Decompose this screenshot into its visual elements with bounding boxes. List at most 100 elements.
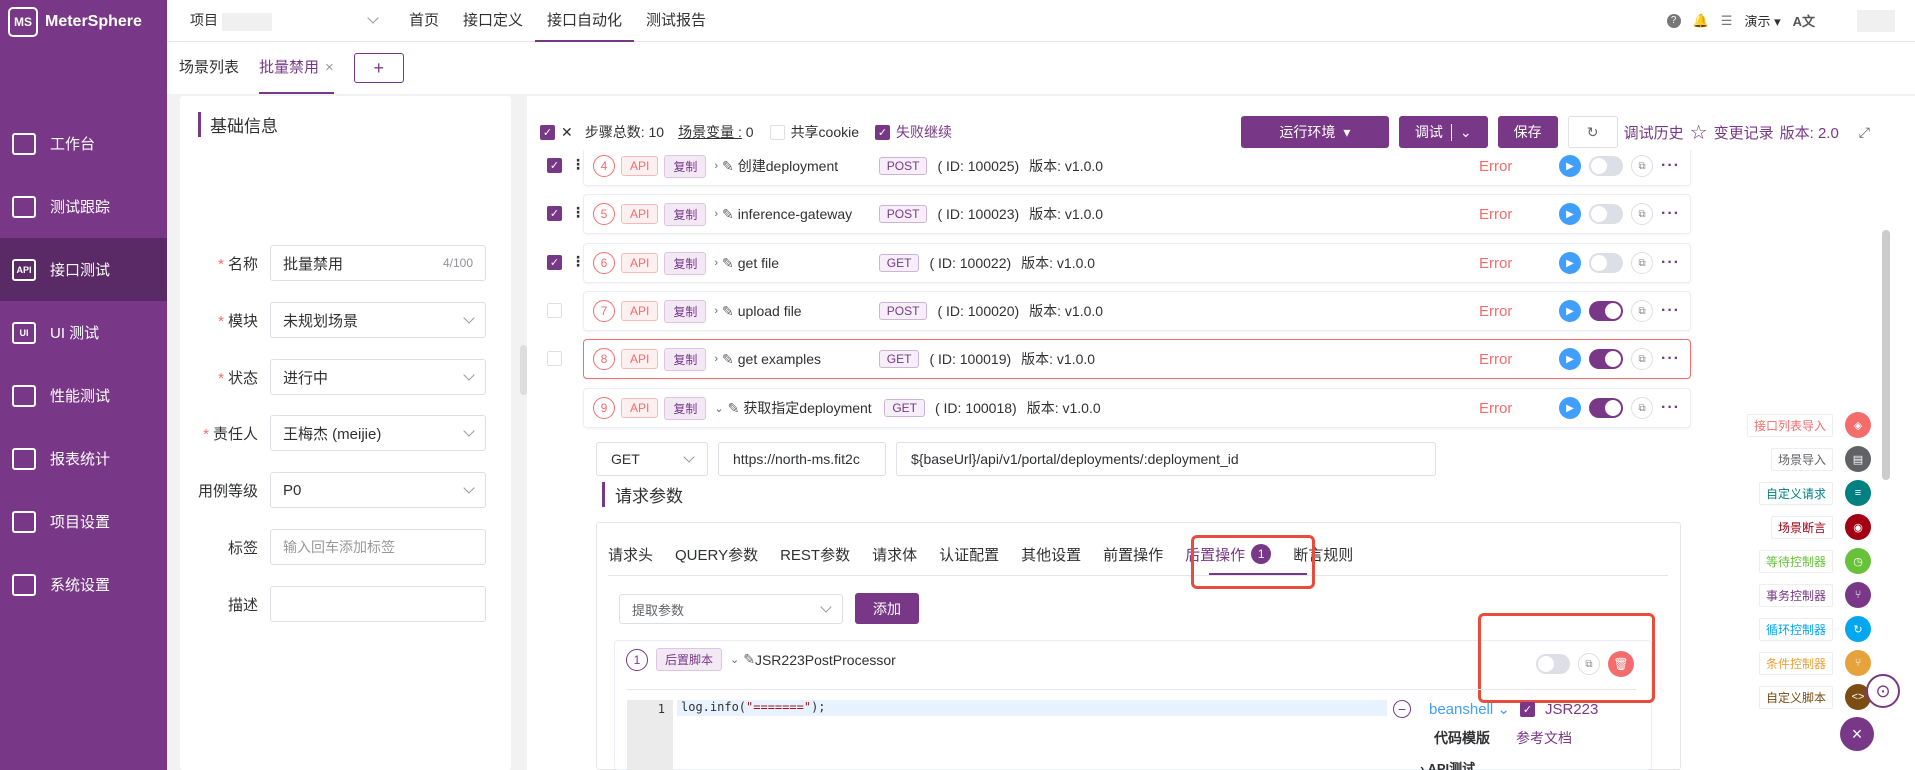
api-test-tree-item[interactable]: › API测试: [1420, 758, 1475, 770]
share-cookie-checkbox[interactable]: [769, 124, 785, 140]
chevron-down-icon[interactable]: ⌄: [730, 653, 739, 666]
debug-history-link[interactable]: 调试历史: [1624, 122, 1684, 143]
code-line[interactable]: log.info("=======");: [677, 700, 1387, 716]
palette-item[interactable]: 自定义请求 ≡: [1758, 480, 1871, 506]
edit-icon[interactable]: ✎: [722, 351, 734, 368]
chevron-right-icon[interactable]: ›: [714, 305, 718, 317]
edit-icon[interactable]: ✎: [722, 206, 734, 223]
edit-icon[interactable]: ✎: [728, 400, 740, 417]
step-checkbox[interactable]: [547, 303, 562, 318]
more-icon[interactable]: ···: [1661, 157, 1680, 175]
brand[interactable]: MS MeterSphere: [0, 0, 167, 44]
change-log-link[interactable]: 变更记录: [1714, 122, 1774, 143]
palette-item[interactable]: 事务控制器 ⑂: [1758, 582, 1871, 608]
path-input[interactable]: ${baseUrl}/api/v1/portal/deployments/:de…: [896, 442, 1436, 476]
processor-name[interactable]: JSR223PostProcessor: [755, 652, 896, 668]
step-row[interactable]: 4 API 复制 › ✎ 创建deployment POST ( ID: 100025) 版本:…: [583, 146, 1691, 186]
tab-auth[interactable]: 认证配置: [939, 544, 999, 565]
select-all-checkbox[interactable]: ✓: [540, 124, 555, 140]
more-icon[interactable]: ···: [1661, 205, 1680, 223]
sidebar-item-performance[interactable]: 性能测试: [0, 364, 167, 427]
step-enable-toggle[interactable]: [1589, 301, 1624, 321]
tab-other[interactable]: 其他设置: [1021, 544, 1081, 565]
palette-item[interactable]: 接口列表导入 ◈: [1746, 412, 1871, 438]
collapse-icon[interactable]: −: [1393, 700, 1411, 718]
refresh-icon[interactable]: ↻: [1567, 116, 1618, 148]
scene-variables-link[interactable]: 场景变量 : 0: [678, 122, 753, 142]
import-icon[interactable]: ◈: [1845, 412, 1871, 438]
extract-param-select[interactable]: 提取参数: [619, 594, 843, 624]
edit-icon[interactable]: ✎: [722, 158, 734, 175]
version-label[interactable]: 版本: 2.0: [1780, 122, 1839, 143]
save-button[interactable]: 保存: [1497, 116, 1558, 148]
vertical-scrollbar[interactable]: [1882, 230, 1890, 480]
sidebar-item-system[interactable]: 系统设置: [0, 553, 167, 616]
step-enable-toggle[interactable]: [1589, 156, 1624, 176]
step-row[interactable]: 8 API 复制 › ✎ get examples GET ( ID: 100019) 版本: …: [583, 339, 1691, 379]
copy-icon[interactable]: ⧉: [1631, 397, 1654, 419]
jsr223-checkbox[interactable]: ✓: [1519, 701, 1535, 717]
resize-handle[interactable]: [520, 345, 527, 395]
status-select[interactable]: 进行中: [270, 359, 486, 395]
palette-item[interactable]: 自定义脚本 <>: [1758, 684, 1871, 710]
edit-icon[interactable]: ✎: [722, 303, 734, 320]
play-icon[interactable]: ▶: [1559, 300, 1582, 322]
step-enable-toggle[interactable]: [1589, 253, 1624, 273]
tab-scene-list[interactable]: 场景列表: [179, 42, 239, 94]
palette-item[interactable]: 场景导入 ▤: [1770, 446, 1871, 472]
compass-icon[interactable]: ⊙: [1866, 674, 1900, 708]
run-environment-button[interactable]: 运行环境 ▾: [1240, 116, 1389, 148]
step-enable-toggle[interactable]: [1589, 398, 1624, 418]
play-icon[interactable]: ▶: [1559, 397, 1582, 419]
copy-icon[interactable]: ⧉: [1631, 252, 1654, 274]
step-checkbox[interactable]: ✓: [547, 158, 562, 173]
loop-icon[interactable]: ↻: [1845, 616, 1871, 642]
help-icon[interactable]: ?: [1666, 13, 1681, 28]
palette-item[interactable]: 等待控制器 ◷: [1758, 548, 1871, 574]
tab-pre[interactable]: 前置操作: [1103, 544, 1163, 565]
method-select[interactable]: GET: [596, 442, 708, 476]
scene-icon[interactable]: ▤: [1845, 446, 1871, 472]
reference-doc-link[interactable]: 参考文档: [1516, 728, 1572, 748]
step-checkbox[interactable]: ✓: [547, 206, 562, 221]
step-row[interactable]: 9 API 复制 ⌄ ✎ 获取指定deployment GET ( ID: 100018) 版本…: [583, 388, 1691, 428]
step-name[interactable]: get file: [738, 255, 873, 271]
top-nav-api-automation[interactable]: 接口自动化: [535, 0, 635, 42]
step-row[interactable]: 6 API 复制 › ✎ get file GET ( ID: 100022) 版本: v1.0…: [583, 243, 1691, 283]
more-icon[interactable]: ···: [1661, 350, 1680, 368]
sidebar-item-project[interactable]: 项目设置: [0, 490, 167, 553]
edit-icon[interactable]: ✎: [743, 651, 755, 668]
palette-item[interactable]: 场景断言 ◉: [1770, 514, 1871, 540]
transaction-icon[interactable]: ⑂: [1845, 582, 1871, 608]
step-name[interactable]: get examples: [738, 351, 873, 367]
debug-button[interactable]: 调试 ⌄: [1398, 116, 1488, 148]
language-icon[interactable]: A文: [1793, 11, 1815, 30]
step-enable-toggle[interactable]: [1589, 204, 1624, 224]
chevron-right-icon[interactable]: ›: [714, 208, 718, 220]
level-select[interactable]: P0: [270, 472, 486, 508]
add-button[interactable]: 添加: [855, 593, 919, 624]
sidebar-item-ui[interactable]: UI UI 测试: [0, 301, 167, 364]
edit-icon[interactable]: ✎: [722, 255, 734, 272]
chevron-right-icon[interactable]: ›: [714, 257, 718, 269]
palette-item[interactable]: 条件控制器 ⑂: [1758, 650, 1871, 676]
chevron-right-icon[interactable]: ›: [714, 160, 718, 172]
step-enable-toggle[interactable]: [1589, 349, 1624, 369]
wait-icon[interactable]: ◷: [1845, 548, 1871, 574]
code-editor[interactable]: 1 log.info("=======");: [627, 700, 1387, 770]
chevron-down-icon[interactable]: ⌄: [714, 402, 723, 415]
copy-icon[interactable]: ⧉: [1631, 300, 1654, 322]
step-name[interactable]: 创建deployment: [738, 156, 873, 176]
top-nav-api-definition[interactable]: 接口定义: [451, 0, 535, 42]
tab-body[interactable]: 请求体: [872, 544, 917, 565]
name-input[interactable]: 批量禁用 4/100: [270, 245, 486, 281]
tab-batch-disable[interactable]: 批量禁用 ×: [259, 42, 334, 94]
custom-request-icon[interactable]: ≡: [1845, 480, 1871, 506]
sidebar-item-workbench[interactable]: 工作台: [0, 112, 167, 175]
module-select[interactable]: 未规划场景: [270, 302, 486, 338]
play-icon[interactable]: ▶: [1559, 203, 1582, 225]
sidebar-item-track[interactable]: 测试跟踪: [0, 175, 167, 238]
tags-input[interactable]: 输入回车添加标签: [270, 529, 486, 565]
play-icon[interactable]: ▶: [1559, 155, 1582, 177]
chevron-right-icon[interactable]: ›: [714, 353, 718, 365]
